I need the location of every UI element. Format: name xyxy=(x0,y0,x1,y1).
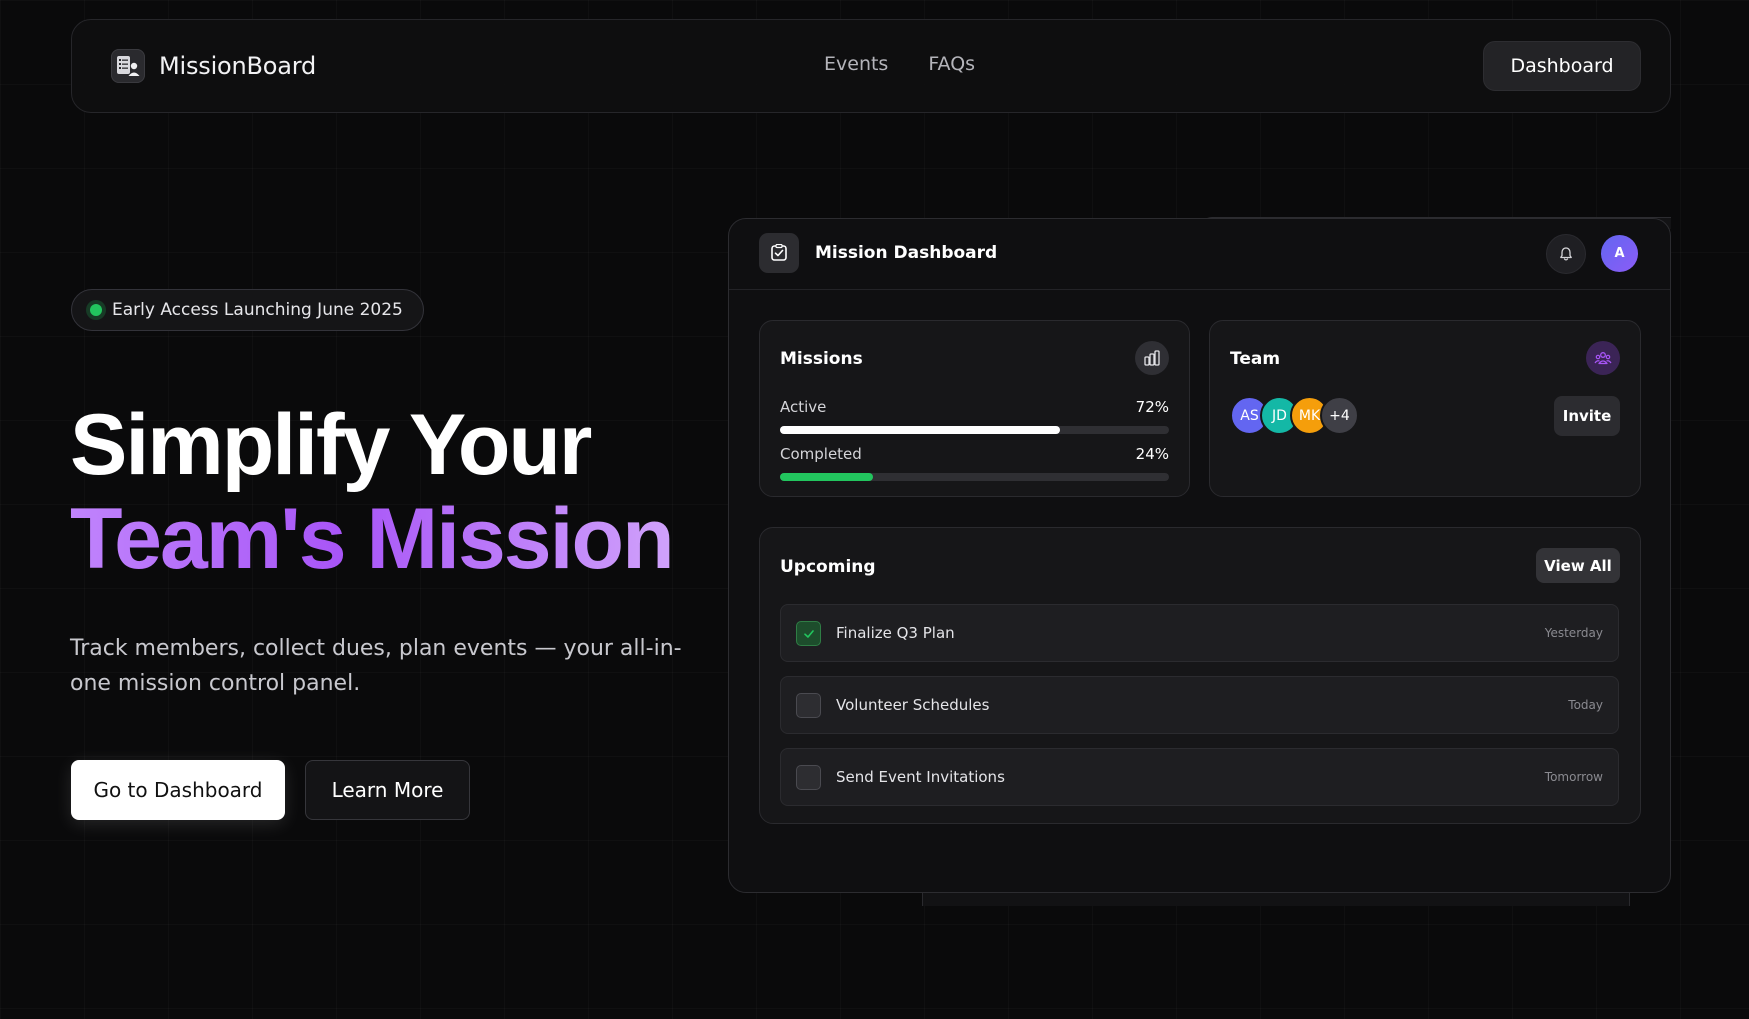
view-all-button[interactable]: View All xyxy=(1536,548,1620,583)
task-checkbox[interactable] xyxy=(796,765,821,790)
task-item[interactable]: Finalize Q3 Plan Yesterday xyxy=(780,604,1619,662)
progress-track xyxy=(780,473,1169,481)
stat-value: 24% xyxy=(1135,445,1169,463)
stat-label: Completed xyxy=(780,445,862,463)
panel-title: Mission Dashboard xyxy=(815,243,998,263)
progress-fill xyxy=(780,473,874,481)
status-dot xyxy=(90,304,102,316)
top-navbar: MissionBoard Events FAQs Dashboard xyxy=(71,19,1671,113)
hero-subtitle: Track members, collect dues, plan events… xyxy=(70,636,682,696)
team-card: Team AS JD MK +4 Invite xyxy=(1209,320,1641,497)
team-title: Team xyxy=(1230,349,1281,369)
nav-links: Events FAQs xyxy=(824,53,975,75)
hero-title-line1: Simplify Your xyxy=(70,397,592,493)
task-label: Send Event Invitations xyxy=(836,768,1005,786)
brand-name: MissionBoard xyxy=(159,52,317,80)
missions-title: Missions xyxy=(780,349,863,369)
nav-link-events[interactable]: Events xyxy=(824,53,888,75)
mission-dashboard-panel: Mission Dashboard A Missions Active 72% xyxy=(728,218,1671,893)
badge-text: Early Access Launching June 2025 xyxy=(112,300,403,320)
users-icon[interactable] xyxy=(1586,341,1620,375)
progress-track xyxy=(780,426,1169,434)
bell-icon[interactable] xyxy=(1546,234,1586,274)
checkbox-icon xyxy=(759,233,799,273)
stat-label: Active xyxy=(780,398,827,416)
stat-value: 72% xyxy=(1135,398,1169,416)
task-item[interactable]: Send Event Invitations Tomorrow xyxy=(780,748,1619,806)
more-members-avatar[interactable]: +4 xyxy=(1320,396,1359,435)
task-date: Today xyxy=(1568,698,1603,712)
hero-title: Simplify Your Team's Mission xyxy=(70,397,675,587)
invite-button[interactable]: Invite xyxy=(1554,396,1620,436)
task-checkbox[interactable] xyxy=(796,621,821,646)
early-access-badge: Early Access Launching June 2025 xyxy=(71,289,424,331)
nav-link-faqs[interactable]: FAQs xyxy=(928,53,975,75)
upcoming-card: Upcoming View All Finalize Q3 Plan Yeste… xyxy=(759,527,1641,824)
team-avatars: AS JD MK +4 xyxy=(1230,396,1359,435)
task-date: Tomorrow xyxy=(1544,770,1603,784)
upcoming-title: Upcoming xyxy=(780,557,876,577)
progress-fill xyxy=(780,426,1061,434)
user-avatar[interactable]: A xyxy=(1601,235,1638,272)
task-label: Finalize Q3 Plan xyxy=(836,624,955,642)
panel-header: Mission Dashboard A xyxy=(729,219,1670,290)
dashboard-button[interactable]: Dashboard xyxy=(1483,41,1641,91)
missions-card: Missions Active 72% Completed 24% xyxy=(759,320,1190,497)
go-to-dashboard-button[interactable]: Go to Dashboard xyxy=(71,760,285,820)
brand[interactable]: MissionBoard xyxy=(111,49,316,83)
hero-title-line2: Team's Mission xyxy=(70,491,675,587)
task-item[interactable]: Volunteer Schedules Today xyxy=(780,676,1619,734)
checklist-user-icon xyxy=(111,49,145,83)
check-icon xyxy=(803,629,814,638)
task-checkbox[interactable] xyxy=(796,693,821,718)
task-label: Volunteer Schedules xyxy=(836,696,990,714)
bar-chart-icon[interactable] xyxy=(1135,341,1169,375)
task-date: Yesterday xyxy=(1544,626,1603,640)
learn-more-button[interactable]: Learn More xyxy=(305,760,470,820)
